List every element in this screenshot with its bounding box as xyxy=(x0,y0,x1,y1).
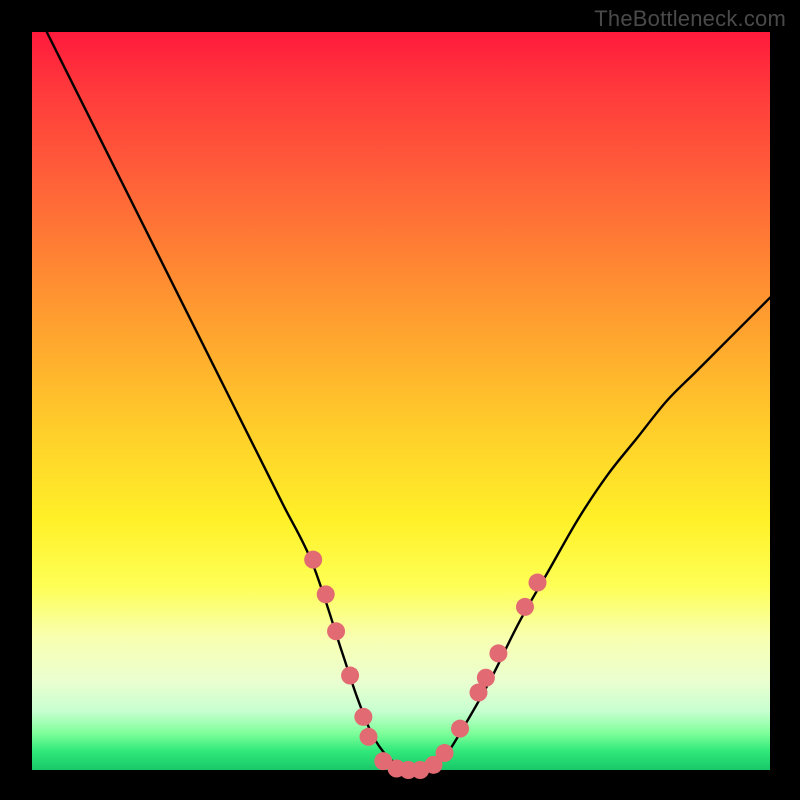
curve-marker xyxy=(436,744,454,762)
curve-marker xyxy=(354,708,372,726)
curve-marker xyxy=(477,669,495,687)
outer-frame: TheBottleneck.com xyxy=(0,0,800,800)
curve-marker xyxy=(360,728,378,746)
curve-marker xyxy=(529,574,547,592)
curve-marker xyxy=(516,598,534,616)
curve-marker xyxy=(451,720,469,738)
curve-marker xyxy=(327,622,345,640)
curve-marker xyxy=(317,585,335,603)
curve-marker xyxy=(341,667,359,685)
curve-marker xyxy=(304,551,322,569)
chart-plot-area xyxy=(32,32,770,770)
curve-markers xyxy=(304,551,546,779)
bottleneck-curve-path xyxy=(47,32,770,770)
watermark-text: TheBottleneck.com xyxy=(594,6,786,32)
curve-marker xyxy=(489,644,507,662)
chart-svg xyxy=(32,32,770,770)
